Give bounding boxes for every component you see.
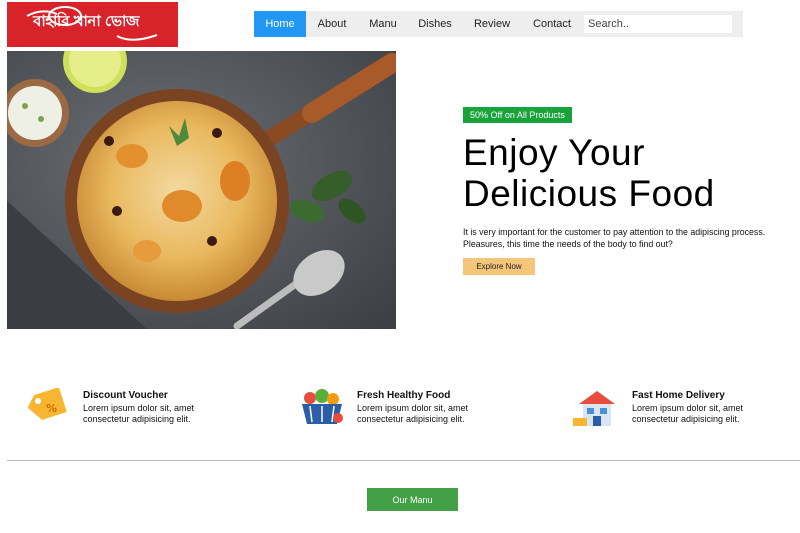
feature-title: Discount Voucher bbox=[83, 390, 168, 401]
site-logo[interactable]: বাহারি খানা ভোজ bbox=[7, 2, 178, 47]
nav-review[interactable]: Review bbox=[466, 11, 518, 37]
feature-title: Fresh Healthy Food bbox=[357, 390, 451, 401]
feature-description: Lorem ipsum dolor sit, amet consectetur … bbox=[632, 403, 744, 424]
hero-food-image bbox=[7, 51, 396, 329]
feature-title: Fast Home Delivery bbox=[632, 390, 725, 401]
basket-icon bbox=[298, 388, 346, 428]
nav-contact[interactable]: Contact bbox=[526, 11, 578, 37]
feature-fresh-healthy-food: Fresh Healthy Food Lorem ipsum dolor sit… bbox=[298, 388, 508, 428]
our-menu-button[interactable]: Our Manu bbox=[367, 488, 458, 511]
hero-title: Enjoy Your Delicious Food bbox=[463, 132, 793, 214]
logo-text: বাহারি খানা ভোজ bbox=[33, 12, 139, 30]
svg-text:%: % bbox=[46, 402, 57, 415]
explore-now-button[interactable]: Explore Now bbox=[463, 258, 535, 275]
hero-description: It is very important for the customer to… bbox=[463, 227, 766, 249]
nav-about[interactable]: About bbox=[310, 11, 354, 37]
nav-manu[interactable]: Manu bbox=[360, 11, 406, 37]
feature-description: Lorem ipsum dolor sit, amet consectetur … bbox=[83, 403, 195, 424]
feature-description: Lorem ipsum dolor sit, amet consectetur … bbox=[357, 403, 469, 424]
search-input[interactable] bbox=[584, 15, 732, 33]
feature-discount-voucher: % Discount Voucher Lorem ipsum dolor sit… bbox=[24, 387, 234, 428]
discount-badge: 50% Off on All Products bbox=[463, 107, 572, 123]
nav-home[interactable]: Home bbox=[254, 11, 306, 37]
voucher-tag-icon: % bbox=[24, 387, 72, 428]
section-divider bbox=[7, 460, 800, 461]
main-navbar: Home About Manu Dishes Review Contact bbox=[254, 11, 743, 37]
nav-dishes[interactable]: Dishes bbox=[412, 11, 458, 37]
hero-title-line1: Enjoy Your bbox=[463, 132, 645, 173]
home-delivery-icon bbox=[573, 388, 621, 428]
hero-title-line2: Delicious Food bbox=[463, 173, 715, 214]
feature-fast-home-delivery: Fast Home Delivery Lorem ipsum dolor sit… bbox=[573, 388, 783, 428]
